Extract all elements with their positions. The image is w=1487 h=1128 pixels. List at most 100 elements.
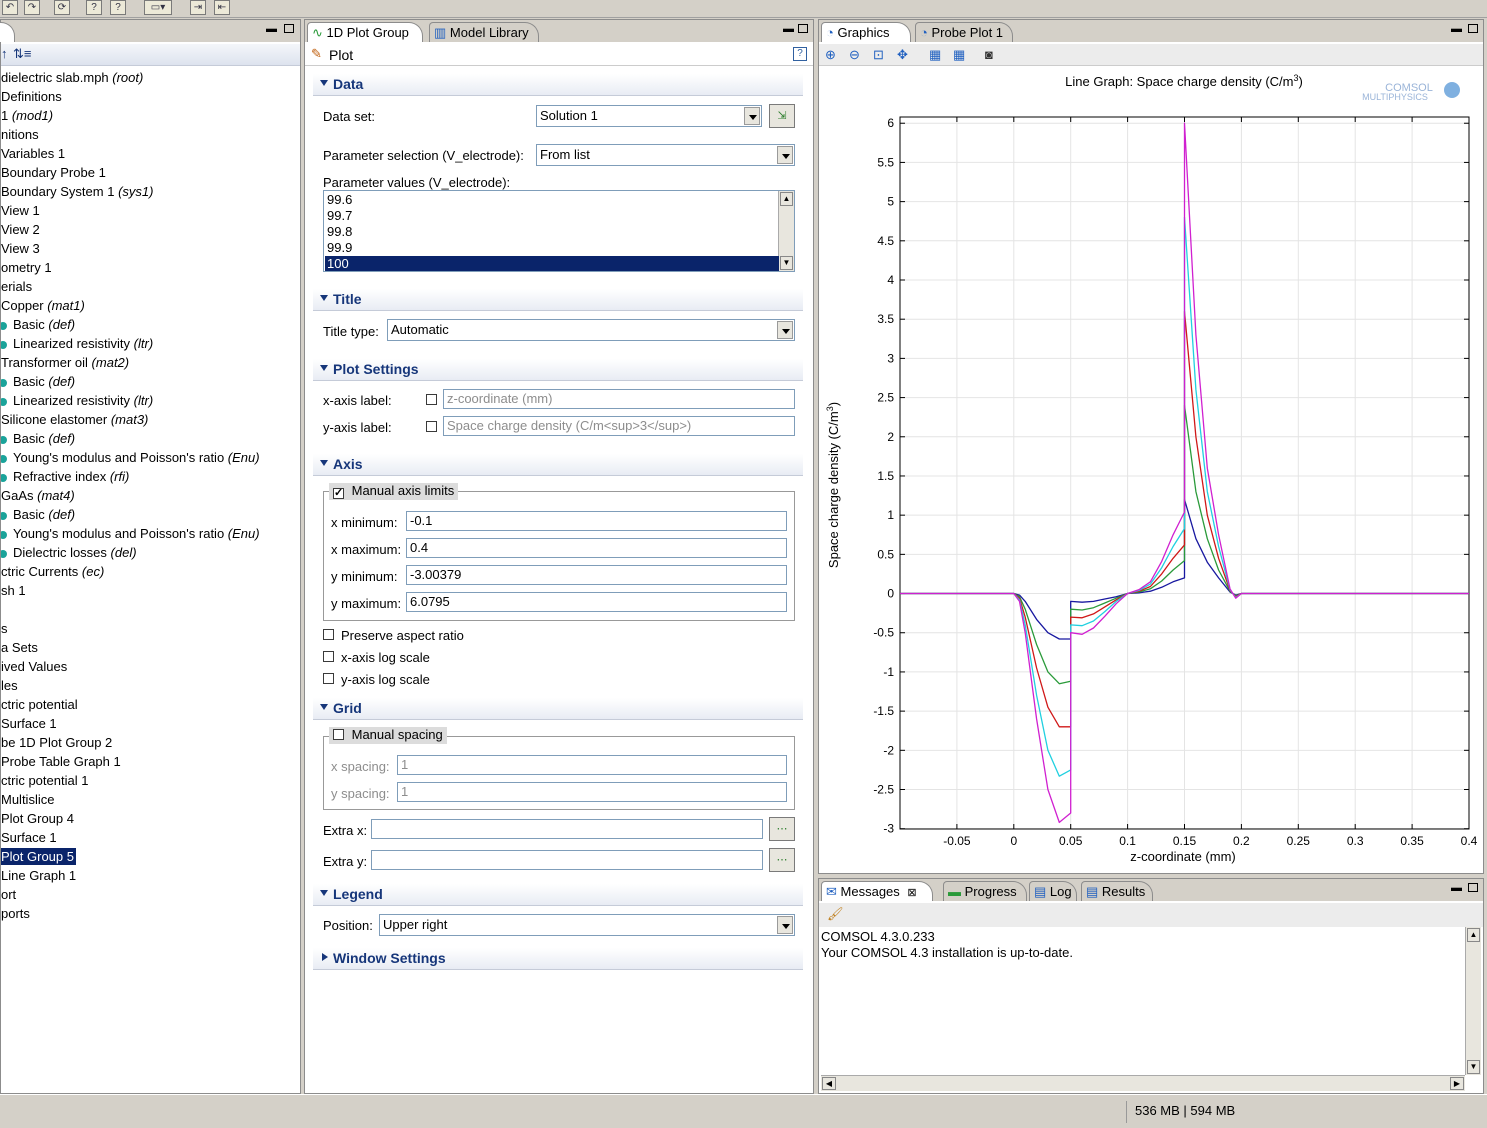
tree-item[interactable]: be 1D Plot Group 2 [1, 733, 112, 752]
scroll-down-icon[interactable]: ▼ [1467, 1060, 1480, 1074]
tab-log[interactable]: ▤ Log [1029, 881, 1077, 901]
tree-item[interactable]: ived Values [1, 657, 67, 676]
tree-item[interactable]: View 1 [1, 201, 40, 220]
manual-axis-limits-toggle[interactable]: ✓ Manual axis limits [329, 483, 459, 500]
tree-item[interactable]: ports [1, 904, 30, 923]
tree-item[interactable]: Line Graph 1 [1, 866, 76, 885]
x-spacing-field[interactable]: 1 [397, 755, 787, 775]
messages-vscrollbar[interactable]: ▲ ▼ [1465, 927, 1481, 1075]
scroll-up-icon[interactable]: ▲ [780, 192, 793, 206]
tree-item[interactable]: Refractive index (rfi) [1, 467, 129, 486]
tree-item[interactable]: Dielectric losses (del) [1, 543, 137, 562]
scroll-up-icon[interactable]: ▲ [1467, 928, 1480, 942]
tree-item[interactable]: a Sets [1, 638, 38, 657]
param-values-list[interactable]: ▲ ▼ 99.6 99.7 99.8 99.9 100 [323, 190, 795, 272]
list-scrollbar[interactable]: ▲ ▼ [778, 191, 794, 271]
param-value-item[interactable]: 100 [325, 256, 779, 271]
preserve-aspect-checkbox[interactable] [323, 629, 334, 640]
tree-item[interactable]: s [1, 619, 8, 638]
tree-item[interactable]: Plot Group 4 [1, 809, 74, 828]
section-plot-settings[interactable]: Plot Settings [313, 359, 803, 381]
y-minimum-field[interactable]: -3.00379 [406, 565, 787, 585]
tree-item[interactable]: dielectric slab.mph (root) [1, 68, 143, 87]
sort-icon[interactable]: ⇅≡ [13, 46, 31, 62]
tree-item[interactable]: GaAs (mat4) [1, 486, 75, 505]
maximize-icon[interactable] [1468, 24, 1478, 33]
tree-item[interactable]: ometry 1 [1, 258, 52, 277]
tree-item[interactable]: Basic (def) [1, 429, 75, 448]
y-spacing-field[interactable]: 1 [397, 782, 787, 802]
tab-probe-plot[interactable]: ◔ Probe Plot 1 [915, 22, 1013, 42]
tab-progress[interactable]: ▬ Progress [943, 881, 1027, 901]
scroll-down-icon[interactable]: ▼ [780, 256, 793, 270]
tree-item[interactable]: les [1, 676, 18, 695]
tree-item[interactable]: Transformer oil (mat2) [1, 353, 129, 372]
tree-item[interactable]: Boundary Probe 1 [1, 163, 106, 182]
tree-item[interactable]: Basic (def) [1, 505, 75, 524]
tab-graphics[interactable]: ◔ Graphics [821, 22, 911, 42]
arrow-icon[interactable]: ↑ [1, 46, 8, 61]
zoom-in-icon[interactable]: ⊕ [825, 47, 836, 63]
x-log-checkbox[interactable] [323, 651, 334, 662]
help-icon[interactable]: ? [86, 0, 102, 15]
param-value-item[interactable]: 99.9 [325, 240, 779, 256]
zoom-out-icon[interactable]: ⊖ [849, 47, 860, 63]
x-maximum-field[interactable]: 0.4 [406, 538, 787, 558]
legend-position-select[interactable]: Upper right [379, 914, 795, 936]
window-icon[interactable]: ▭▾ [144, 0, 172, 15]
import-icon[interactable]: ⇥ [190, 0, 206, 15]
maximize-icon[interactable] [284, 24, 294, 33]
tree-item[interactable]: Variables 1 [1, 144, 65, 163]
tree-item[interactable]: ort [1, 885, 16, 904]
tree-item[interactable]: Linearized resistivity (ltr) [1, 391, 153, 410]
param-value-item[interactable]: 99.7 [325, 208, 779, 224]
dataset-select[interactable]: Solution 1 [536, 105, 762, 127]
tree-item[interactable]: Probe Table Graph 1 [1, 752, 121, 771]
help-icon[interactable]: ? [793, 47, 807, 61]
export-icon[interactable]: ⇤ [214, 0, 230, 15]
y-log-checkbox[interactable] [323, 673, 334, 684]
x-axis-label-field[interactable]: z-coordinate (mm) [443, 389, 795, 409]
tab-1d-plot-group[interactable]: ∿ 1D Plot Group [307, 22, 423, 42]
maximize-icon[interactable] [1468, 883, 1478, 892]
section-window-settings[interactable]: Window Settings [313, 948, 803, 970]
y-maximum-field[interactable]: 6.0795 [406, 592, 787, 612]
x-minimum-field[interactable]: -0.1 [406, 511, 787, 531]
minimize-icon[interactable]: ▬ [1451, 883, 1462, 894]
messages-hscrollbar[interactable]: ◀ ▶ [821, 1075, 1465, 1091]
param-value-item[interactable]: 99.8 [325, 224, 779, 240]
tree-item[interactable]: View 3 [1, 239, 40, 258]
tree-item[interactable]: Silicone elastomer (mat3) [1, 410, 148, 429]
redo-icon[interactable]: ↷ [24, 0, 40, 15]
line-graph[interactable]: -0.05 0 0.05 0.1 0.15 0.2 0.25 0.3 0.35 0.4 -3 -2.5… [819, 67, 1483, 873]
help2-icon[interactable]: ? [110, 0, 126, 15]
minimize-icon[interactable]: ▬ [266, 24, 277, 35]
tree-item[interactable]: Linearized resistivity (ltr) [1, 334, 153, 353]
param-value-item[interactable]: 99.6 [325, 192, 779, 208]
tree-item[interactable]: Plot Group 5 [1, 847, 76, 866]
y-axis-label-field[interactable]: Space charge density (C/m<sup>3</sup>) [443, 416, 795, 436]
tab-model-library[interactable]: ▥ Model Library [429, 22, 539, 42]
tree-item[interactable]: Young's modulus and Poisson's ratio (Enu… [1, 448, 260, 467]
tree-item[interactable]: Basic (def) [1, 372, 75, 391]
tab-results[interactable]: ▤ Results [1081, 881, 1153, 901]
scroll-right-icon[interactable]: ▶ [1450, 1077, 1464, 1090]
grid2-icon[interactable]: ▦ [953, 47, 965, 63]
model-builder-tab[interactable] [0, 22, 15, 42]
extra-y-range-button[interactable]: ⋯ [769, 848, 795, 872]
tree-item[interactable]: ctric Currents (ec) [1, 562, 104, 581]
manual-spacing-checkbox[interactable] [333, 729, 344, 740]
y-axis-label-checkbox[interactable] [426, 421, 437, 432]
tree-item[interactable]: Boundary System 1 (sys1) [1, 182, 153, 201]
close-icon[interactable]: ⊠ [907, 887, 916, 899]
tree-item[interactable]: Definitions [1, 87, 62, 106]
tree-item[interactable]: Surface 1 [1, 828, 57, 847]
section-axis[interactable]: Axis [313, 454, 803, 476]
scroll-left-icon[interactable]: ◀ [822, 1077, 836, 1090]
clear-icon[interactable]: 🖌 [827, 906, 844, 922]
zoom-extents-icon[interactable]: ✥ [897, 47, 908, 63]
tab-messages[interactable]: ✉ Messages ⊠ [821, 881, 933, 901]
tree-item[interactable]: Basic (def) [1, 315, 75, 334]
camera-icon[interactable]: ◙ [985, 47, 993, 62]
tree-item[interactable]: ctric potential 1 [1, 771, 88, 790]
